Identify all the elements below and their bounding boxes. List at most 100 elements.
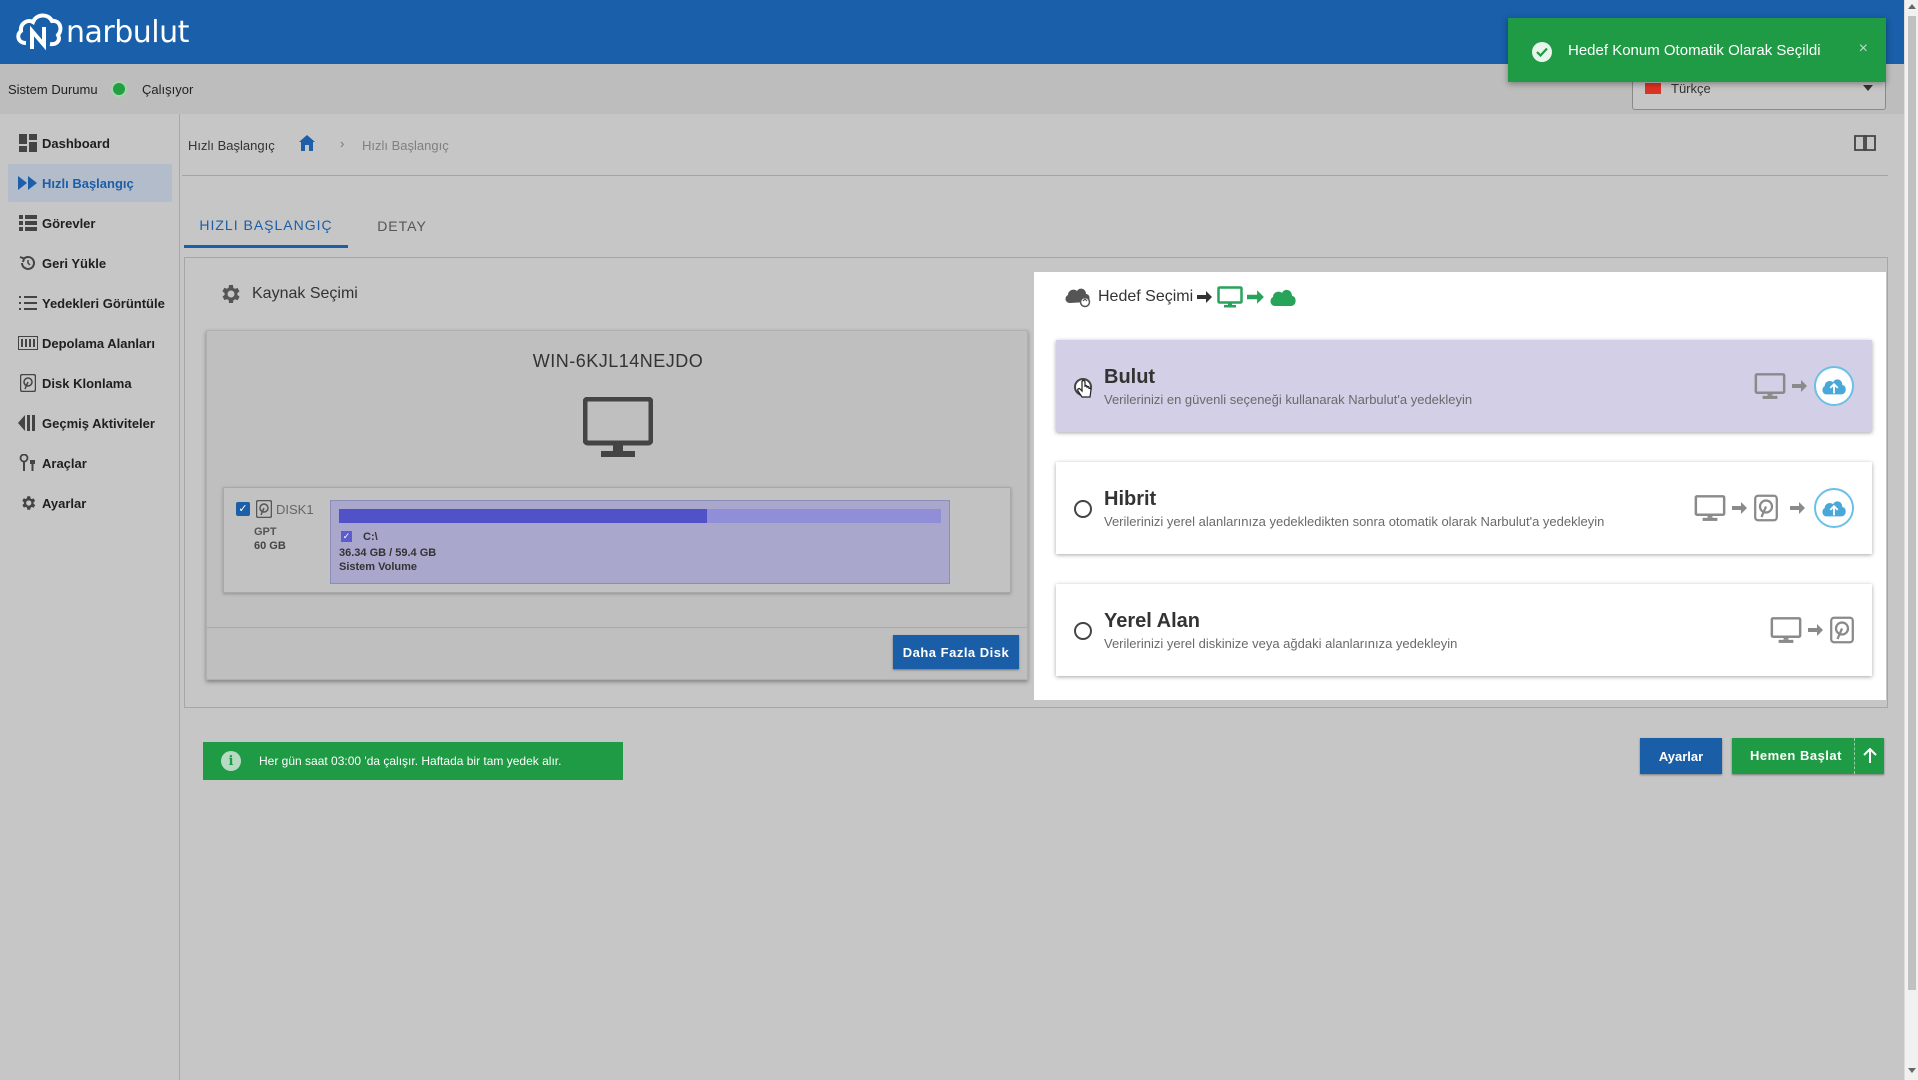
- book-icon[interactable]: [1854, 134, 1876, 157]
- partition-usage-bar: [339, 509, 941, 523]
- more-disk-button[interactable]: Daha Fazla Disk: [893, 635, 1019, 669]
- tab-detail[interactable]: DETAY: [356, 204, 448, 248]
- arrow-right-icon: [1197, 291, 1213, 303]
- sidebar-item-label: Araçlar: [42, 455, 87, 471]
- sidebar-item-label: Görevler: [42, 215, 96, 231]
- tools-icon: [18, 453, 38, 473]
- option-title: Bulut: [1104, 366, 1156, 388]
- logo-text: narbulut: [66, 14, 189, 50]
- source-title: Kaynak Seçimi: [218, 282, 358, 306]
- schedule-info-text: Her gün saat 03:00 'da çalışır. Haftada …: [259, 754, 562, 768]
- sidebar-item-disk-clone[interactable]: Disk Klonlama: [8, 364, 172, 402]
- arrow-right-icon: [1247, 290, 1265, 304]
- sidebar-item-history[interactable]: Geçmiş Aktiviteler: [8, 404, 172, 442]
- scroll-down-arrow-icon[interactable]: [1908, 1068, 1916, 1073]
- close-icon[interactable]: ×: [1859, 40, 1868, 58]
- list-icon: [18, 213, 38, 233]
- monitor-icon: [1770, 617, 1802, 643]
- breadcrumb-current: Hızlı Başlangıç: [362, 138, 449, 153]
- narbulut-logo-icon: [16, 13, 63, 51]
- sidebar-item-label: Ayarlar: [42, 495, 87, 511]
- gear-icon: [18, 493, 38, 513]
- schedule-info-banner: i Her gün saat 03:00 'da çalışır. Haftad…: [203, 742, 623, 780]
- partition-usage: 36.34 GB / 59.4 GB: [339, 547, 437, 559]
- source-title-text: Kaynak Seçimi: [252, 285, 358, 302]
- target-title: Hedef Seçimi: [1064, 286, 1297, 308]
- info-icon: i: [221, 751, 241, 771]
- dashboard-icon: [18, 133, 38, 153]
- tab-quick-start[interactable]: HIZLI BAŞLANGIÇ: [184, 204, 348, 248]
- arrow-right-icon: [1792, 380, 1807, 392]
- scrollbar[interactable]: [1904, 0, 1918, 1080]
- sidebar-item-storage[interactable]: Depolama Alanları: [8, 324, 172, 362]
- cloud-sync-icon: [1065, 288, 1091, 308]
- arrow-right-icon: [1808, 624, 1823, 636]
- hand-cursor-icon: [1077, 380, 1092, 398]
- check-circle-icon: [1532, 42, 1552, 62]
- settings-button[interactable]: Ayarlar: [1640, 738, 1722, 774]
- partition-checkbox[interactable]: ✓: [341, 531, 352, 542]
- breadcrumb: Hızlı Başlangıç › Hızlı Başlangıç: [182, 114, 1888, 176]
- breadcrumb-title: Hızlı Başlangıç: [188, 138, 275, 153]
- arrow-right-icon: [1732, 502, 1747, 514]
- home-icon[interactable]: [298, 134, 316, 157]
- radio-hybrid[interactable]: [1074, 500, 1092, 518]
- breadcrumb-separator: ›: [340, 136, 345, 151]
- monitor-icon: [583, 397, 653, 457]
- sidebar-item-label: Yedekleri Görüntüle: [42, 295, 165, 311]
- system-status-value: Çalışıyor: [142, 82, 194, 97]
- disk-scheme: GPT: [254, 526, 277, 538]
- sidebar-item-label: Geri Yükle: [42, 255, 107, 271]
- partition-box[interactable]: ✓ C:\ 36.34 GB / 59.4 GB Sistem Volume: [330, 500, 950, 584]
- history-icon: [18, 413, 38, 433]
- list-numbered-icon: [18, 293, 38, 313]
- scroll-up-arrow-icon[interactable]: [1908, 4, 1916, 9]
- sidebar-item-view-backups[interactable]: Yedekleri Görüntüle: [8, 284, 172, 322]
- logo[interactable]: narbulut: [14, 8, 189, 56]
- option-flow-icons: [1754, 366, 1854, 406]
- disk-row: ✓ DISK1 GPT 60 GB ✓ C:\ 36.34 GB / 59.4 …: [223, 487, 1011, 593]
- monitor-icon: [1754, 373, 1786, 399]
- option-title: Yerel Alan: [1104, 610, 1200, 632]
- radio-local[interactable]: [1074, 622, 1092, 640]
- sidebar-item-restore[interactable]: Geri Yükle: [8, 244, 172, 282]
- partition-label: Sistem Volume: [339, 561, 418, 573]
- scroll-thumb[interactable]: [1908, 16, 1916, 990]
- cloud-icon: [1270, 289, 1296, 306]
- sidebar-item-tools[interactable]: Araçlar: [8, 444, 172, 482]
- status-indicator-dot: [111, 81, 127, 97]
- source-host-card: WIN-6KJL14NEJDO ✓ DISK1 GPT 60 GB ✓ C:\ …: [206, 330, 1029, 680]
- sidebar-item-settings[interactable]: Ayarlar: [8, 484, 172, 522]
- target-option-hybrid[interactable]: Hibrit Verilerinizi yerel alanlarınıza y…: [1056, 462, 1872, 554]
- target-title-text: Hedef Seçimi: [1098, 288, 1194, 305]
- option-desc: Verilerinizi en güvenli seçeneği kullana…: [1104, 392, 1473, 407]
- toast-notification: Hedef Konum Otomatik Olarak Seçildi ×: [1508, 18, 1886, 82]
- arrow-right-icon: [1790, 502, 1805, 514]
- monitor-icon: [1217, 286, 1243, 308]
- cloud-upload-icon: [1814, 366, 1854, 406]
- turkey-flag-icon: [1645, 83, 1661, 94]
- option-desc: Verilerinizi yerel alanlarınıza yedekled…: [1104, 514, 1605, 529]
- language-selected: Türkçe: [1671, 81, 1711, 96]
- disk-size: 60 GB: [254, 540, 286, 552]
- sidebar-item-label: Geçmiş Aktiviteler: [42, 415, 155, 431]
- target-option-local[interactable]: Yerel Alan Verilerinizi yerel diskinize …: [1056, 584, 1872, 676]
- host-name: WIN-6KJL14NEJDO: [532, 351, 704, 371]
- sidebar-item-dashboard[interactable]: Dashboard: [8, 124, 172, 162]
- sidebar-item-label: Dashboard: [42, 135, 110, 151]
- sidebar-item-tasks[interactable]: Görevler: [8, 204, 172, 242]
- disk-checkbox[interactable]: ✓: [236, 502, 250, 516]
- option-desc: Verilerinizi yerel diskinize veya ağdaki…: [1104, 636, 1458, 651]
- target-panel: Hedef Seçimi Bulut Verilerinizi en güven…: [1034, 272, 1886, 700]
- option-flow-icons: [1770, 616, 1854, 644]
- option-title: Hibrit: [1104, 488, 1157, 510]
- sidebar-item-label: Disk Klonlama: [42, 375, 132, 391]
- hard-disk-icon: [1754, 494, 1778, 522]
- target-option-cloud[interactable]: Bulut Verilerinizi en güvenli seçeneği k…: [1056, 340, 1872, 432]
- disk-name: DISK1: [276, 502, 314, 517]
- sidebar-item-quick-start[interactable]: Hızlı Başlangıç: [8, 164, 172, 202]
- caret-down-icon: [1863, 85, 1873, 91]
- toast-message: Hedef Konum Otomatik Olarak Seçildi: [1568, 42, 1821, 59]
- start-now-label: Hemen Başlat: [1750, 748, 1842, 763]
- start-now-button[interactable]: Hemen Başlat: [1732, 738, 1884, 774]
